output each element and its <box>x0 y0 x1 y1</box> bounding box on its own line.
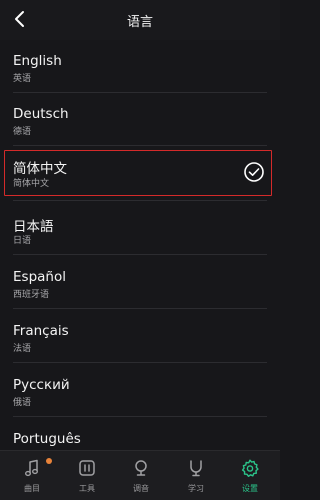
language-item-simplified-chinese[interactable]: 简体中文 简体中文 <box>4 150 272 196</box>
learn-icon <box>190 460 202 477</box>
checkmark-circle-icon <box>244 162 264 182</box>
language-subtitle: 西班牙语 <box>13 290 50 300</box>
language-name: Русский <box>13 377 70 393</box>
language-subtitle: 英语 <box>13 74 32 84</box>
language-item-portuguese[interactable]: Português <box>0 420 280 450</box>
language-item-japanese[interactable]: 日本語 日语 <box>0 204 280 258</box>
language-name: 日本語 <box>13 219 54 235</box>
tab-label: 学习 <box>188 484 204 493</box>
page-title: 语言 <box>126 15 153 30</box>
tab-label: 设置 <box>242 484 258 493</box>
tools-icon <box>79 460 95 476</box>
bottom-tab-bar: 曲目 工具 调音 学习 设置 <box>0 450 280 500</box>
tab-settings[interactable]: 设置 <box>222 451 278 500</box>
gear-icon <box>241 459 259 477</box>
language-list: English 英语 Deutsch 德语 简体中文 简体中文 日本語 日语 E… <box>0 42 280 450</box>
language-name: English <box>13 53 62 69</box>
divider <box>13 416 267 417</box>
divider <box>13 362 267 363</box>
header: 语言 <box>0 0 280 40</box>
language-item-french[interactable]: Français 法语 <box>0 312 280 366</box>
divider <box>13 308 267 309</box>
tab-label: 工具 <box>79 484 95 493</box>
tab-tuner[interactable]: 调音 <box>113 451 169 500</box>
language-subtitle: 简体中文 <box>13 179 50 189</box>
tab-tracks[interactable]: 曲目 <box>4 451 60 500</box>
notification-badge <box>46 458 52 464</box>
tab-tools[interactable]: 工具 <box>59 451 115 500</box>
language-name: 简体中文 <box>13 161 67 177</box>
language-name: Français <box>13 323 69 339</box>
language-name: Português <box>13 431 81 447</box>
divider <box>13 200 267 201</box>
language-item-russian[interactable]: Русский 俄语 <box>0 366 280 420</box>
tab-label: 调音 <box>133 484 149 493</box>
language-subtitle: 日语 <box>13 236 32 246</box>
language-subtitle: 德语 <box>13 127 32 137</box>
tuner-icon <box>135 460 147 476</box>
language-item-english[interactable]: English 英语 <box>0 42 280 96</box>
language-name: Deutsch <box>13 106 69 122</box>
tab-learn[interactable]: 学习 <box>168 451 224 500</box>
language-subtitle: 俄语 <box>13 398 32 408</box>
music-note-icon <box>25 459 38 477</box>
divider <box>13 254 267 255</box>
language-item-deutsch[interactable]: Deutsch 德语 <box>0 95 280 149</box>
divider <box>13 92 267 93</box>
divider <box>13 145 267 146</box>
language-item-spanish[interactable]: Español 西班牙语 <box>0 258 280 312</box>
language-subtitle: 法语 <box>13 344 32 354</box>
language-name: Español <box>13 269 66 285</box>
tab-label: 曲目 <box>24 484 40 493</box>
